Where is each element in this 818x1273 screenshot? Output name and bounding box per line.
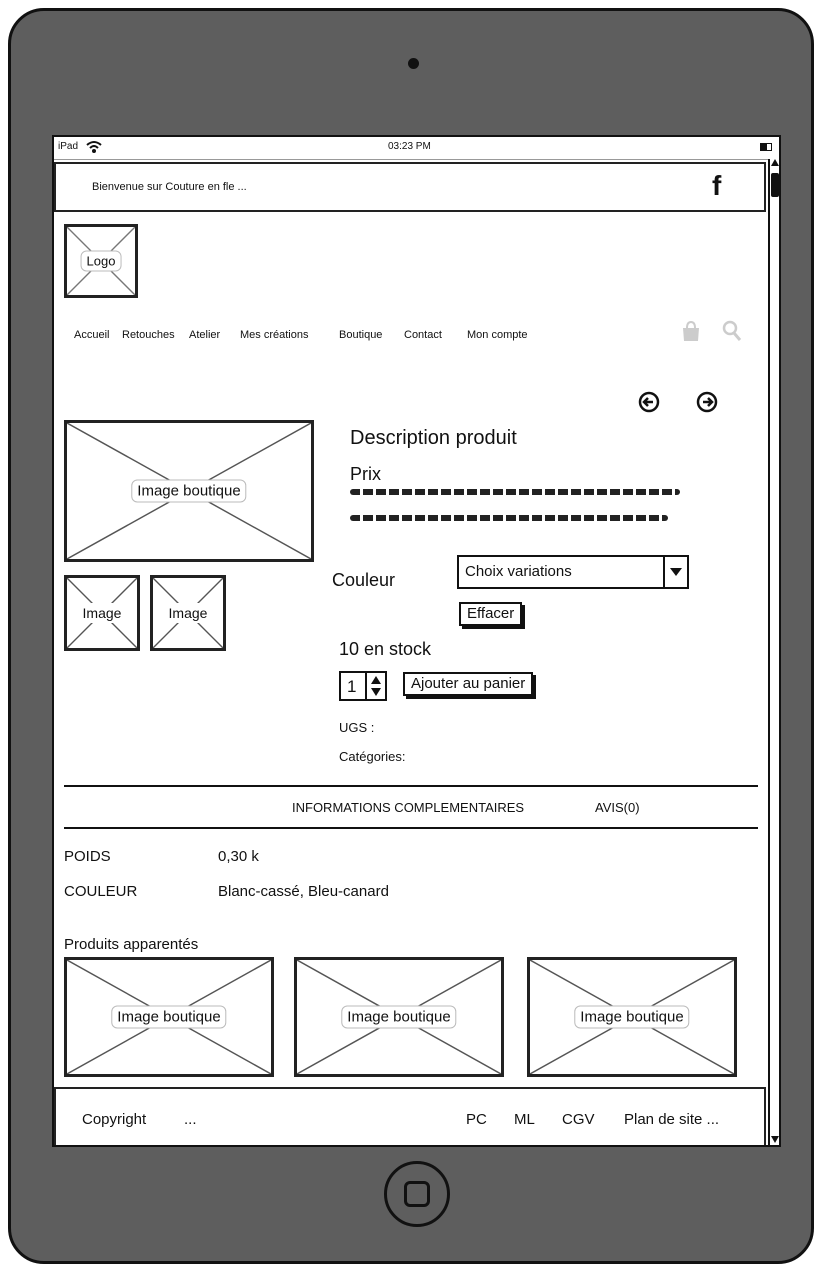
welcome-text: Bienvenue sur Couture en fle ... <box>92 181 247 193</box>
related-product-image[interactable]: Image boutique <box>294 957 504 1077</box>
previous-arrow-icon[interactable] <box>638 391 660 413</box>
logo[interactable]: Logo <box>64 224 138 298</box>
stepper-down-icon[interactable] <box>371 688 381 696</box>
footer-link-pc[interactable]: PC <box>466 1111 487 1128</box>
next-arrow-icon[interactable] <box>696 391 718 413</box>
related-product-image[interactable]: Image boutique <box>64 957 274 1077</box>
clear-button[interactable]: Effacer <box>459 602 523 626</box>
categories-label: Catégories: <box>339 749 406 764</box>
copyright-text: Copyright <box>82 1111 147 1128</box>
related-image-label: Image boutique <box>574 1005 690 1029</box>
stepper-up-icon[interactable] <box>371 676 381 684</box>
spec-label-color: COULEUR <box>64 883 138 900</box>
price-scribble <box>350 489 680 495</box>
tab-additional-info[interactable]: INFORMATIONS COMPLEMENTAIRES <box>292 800 524 815</box>
scrollbar[interactable] <box>768 159 779 1145</box>
nav-item-boutique[interactable]: Boutique <box>339 329 382 341</box>
top-banner: Bienvenue sur Couture en fle ... f <box>54 162 766 212</box>
thumbnail-label: Image <box>77 603 127 623</box>
main-product-image[interactable]: Image boutique <box>64 420 314 562</box>
quantity-value: 1 <box>347 677 357 696</box>
scroll-up-icon[interactable] <box>771 159 779 166</box>
related-heading: Produits apparentés <box>64 936 199 953</box>
spec-value-color: Blanc-cassé, Bleu-canard <box>218 883 389 900</box>
sku-label: UGS : <box>339 720 375 735</box>
scroll-down-icon[interactable] <box>771 1136 779 1143</box>
variation-select[interactable]: Choix variations <box>457 555 689 589</box>
wifi-icon <box>86 141 102 153</box>
divider <box>64 827 758 829</box>
search-icon[interactable] <box>722 320 742 342</box>
shopping-bag-icon[interactable] <box>680 320 702 342</box>
product-title: Description produit <box>350 427 517 449</box>
status-bar: iPad 03:23 PM <box>54 137 779 160</box>
related-image-label: Image boutique <box>111 1005 227 1029</box>
quantity-stepper[interactable]: 1 <box>339 671 387 701</box>
footer-link-sitemap[interactable]: Plan de site ... <box>624 1111 719 1128</box>
main-nav: Accueil Retouches Atelier Mes créations … <box>74 329 674 345</box>
thumbnail-image[interactable]: Image <box>64 575 140 651</box>
price-label: Prix <box>350 464 381 484</box>
add-to-cart-button[interactable]: Ajouter au panier <box>403 672 534 696</box>
scroll-thumb[interactable] <box>771 173 779 197</box>
nav-item-contact[interactable]: Contact <box>404 329 442 341</box>
screen: iPad 03:23 PM Bienvenue sur Couture en f… <box>52 135 781 1147</box>
logo-label: Logo <box>80 250 122 272</box>
nav-item-mes-creations[interactable]: Mes créations <box>240 329 308 341</box>
nav-item-accueil[interactable]: Accueil <box>74 329 109 341</box>
dropdown-toggle[interactable] <box>663 557 687 587</box>
home-button[interactable] <box>384 1161 450 1227</box>
variation-select-value: Choix variations <box>465 563 572 580</box>
footer: Copyright ... PC ML CGV Plan de site ... <box>54 1087 766 1145</box>
carrier-label: iPad <box>58 141 79 152</box>
chevron-down-icon <box>670 568 682 576</box>
home-square-icon <box>404 1181 430 1207</box>
footer-link-ml[interactable]: ML <box>514 1111 535 1128</box>
stepper-arrows[interactable] <box>365 673 387 699</box>
related-image-label: Image boutique <box>341 1005 457 1029</box>
nav-item-atelier[interactable]: Atelier <box>189 329 220 341</box>
thumbnail-label: Image <box>163 603 213 623</box>
camera-icon <box>408 58 419 69</box>
related-product-image[interactable]: Image boutique <box>527 957 737 1077</box>
copyright-ellipsis: ... <box>184 1111 197 1128</box>
divider <box>64 785 758 787</box>
tab-reviews[interactable]: AVIS(0) <box>595 800 640 815</box>
color-label: Couleur <box>332 570 396 590</box>
nav-item-retouches[interactable]: Retouches <box>122 329 175 341</box>
spec-value-weight: 0,30 k <box>218 848 259 865</box>
thumbnail-image[interactable]: Image <box>150 575 226 651</box>
facebook-icon[interactable]: f <box>712 170 721 202</box>
status-time: 03:23 PM <box>388 141 431 152</box>
main-image-label: Image boutique <box>131 479 247 503</box>
spec-label-weight: POIDS <box>64 848 111 865</box>
battery-icon <box>760 143 772 151</box>
description-scribble <box>350 515 668 521</box>
nav-item-mon-compte[interactable]: Mon compte <box>467 329 528 341</box>
stock-text: 10 en stock <box>339 639 432 659</box>
footer-link-cgv[interactable]: CGV <box>562 1111 595 1128</box>
